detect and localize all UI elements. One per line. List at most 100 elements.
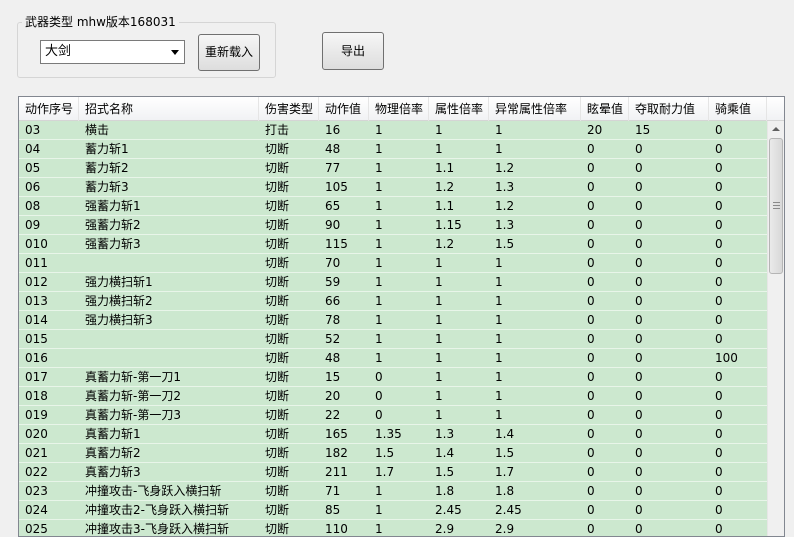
table-row[interactable]: 020 真蓄力斩1 切断 165 1.35 1.3 1.4 0 0 0: [19, 425, 767, 444]
table-row[interactable]: 09 强蓄力斩2 切断 90 1 1.15 1.3 0 0 0: [19, 216, 767, 235]
table-cell: 013: [25, 294, 48, 308]
table-cell: 22: [325, 408, 341, 422]
table-row[interactable]: 010 强蓄力斩3 切断 115 1 1.2 1.5 0 0 0: [19, 235, 767, 254]
table-cell: 0: [715, 389, 723, 403]
column-header[interactable]: 动作值: [319, 97, 369, 121]
table-cell: 025: [25, 522, 48, 536]
table-row[interactable]: 023 冲撞攻击-飞身跃入横扫斩 切断 71 1 1.8 1.8 0 0 0: [19, 482, 767, 501]
table-cell: 1.2: [435, 180, 455, 194]
table-cell: 08: [25, 199, 41, 213]
table-cell: 0: [635, 313, 643, 327]
table-cell: 0: [375, 389, 383, 403]
column-header[interactable]: 夺取耐力值: [629, 97, 709, 121]
table-cell: 20: [325, 389, 341, 403]
table-row[interactable]: 06 蓄力斩3 切断 105 1 1.2 1.3 0 0 0: [19, 178, 767, 197]
table-cell: 1: [375, 313, 383, 327]
table-cell: 切断: [265, 275, 290, 289]
table-cell: 90: [325, 218, 341, 232]
column-header[interactable]: 招式名称: [79, 97, 259, 121]
table-cell: 0: [587, 484, 595, 498]
table-cell: [79, 330, 259, 348]
table-cell: 0: [587, 237, 595, 251]
table-row[interactable]: 03 横击 打击 16 1 1 1 20 15 0: [19, 121, 767, 140]
column-header[interactable]: 动作序号: [19, 97, 79, 121]
table-cell: 0: [715, 313, 723, 327]
table-cell: 切断: [265, 427, 290, 441]
table-cell: 1: [495, 275, 503, 289]
table-row[interactable]: 025 冲撞攻击3-飞身跃入横扫斩 切断 110 1 2.9 2.9 0 0 0: [19, 520, 767, 536]
table-cell: 强力横扫斩1: [85, 275, 153, 289]
table-row[interactable]: 05 蓄力斩2 切断 77 1 1.1 1.2 0 0 0: [19, 159, 767, 178]
table-cell: 0: [635, 180, 643, 194]
table-cell: 切断: [265, 313, 290, 327]
table-cell: 52: [325, 332, 341, 346]
table-cell: 切断: [265, 199, 290, 213]
table-cell: 1: [375, 199, 383, 213]
column-header[interactable]: 属性倍率: [429, 97, 489, 121]
table-cell: 1: [435, 313, 443, 327]
scrollbar-thumb[interactable]: [769, 138, 783, 274]
table-row[interactable]: 015 切断 52 1 1 1 0 0 0: [19, 330, 767, 349]
table-cell: 1.3: [435, 427, 455, 441]
table-cell: 021: [25, 446, 48, 460]
table-row[interactable]: 018 真蓄力斩-第一刀2 切断 20 0 1 1 0 0 0: [19, 387, 767, 406]
table-cell: [79, 349, 259, 367]
table-cell: 0: [715, 484, 723, 498]
weapon-type-select[interactable]: 大剑: [40, 40, 185, 64]
table-row[interactable]: 08 强蓄力斩1 切断 65 1 1.1 1.2 0 0 0: [19, 197, 767, 216]
table-cell: 2.45: [435, 503, 462, 517]
table-cell: 1.1: [435, 199, 455, 213]
table-cell: 77: [325, 161, 341, 175]
table-cell: 真蓄力斩-第一刀3: [85, 408, 181, 422]
table-cell: [79, 254, 259, 272]
table-row[interactable]: 024 冲撞攻击2-飞身跃入横扫斩 切断 85 1 2.45 2.45 0 0 0: [19, 501, 767, 520]
column-header[interactable]: 异常属性倍率: [489, 97, 581, 121]
table-row[interactable]: 011 切断 70 1 1 1 0 0 0: [19, 254, 767, 273]
table-cell: 0: [587, 408, 595, 422]
table-cell: 切断: [265, 408, 290, 422]
table-cell: 1.2: [495, 199, 515, 213]
table-cell: 切断: [265, 237, 290, 251]
vertical-scrollbar[interactable]: [767, 121, 784, 536]
table-cell: 真蓄力斩3: [85, 465, 141, 479]
table-cell: 0: [587, 294, 595, 308]
arrow-up-icon[interactable]: [768, 121, 784, 138]
table-cell: 0: [587, 218, 595, 232]
table-cell: 0: [635, 218, 643, 232]
table-cell: 1: [495, 256, 503, 270]
table-cell: 0: [587, 256, 595, 270]
table-cell: 0: [587, 199, 595, 213]
table-cell: 切断: [265, 522, 290, 536]
table-cell: 1: [495, 123, 503, 137]
column-header[interactable]: 物理倍率: [369, 97, 429, 121]
table-cell: 100: [715, 351, 738, 365]
table-cell: 017: [25, 370, 48, 384]
weapon-type-value: 大剑: [45, 44, 72, 59]
table-cell: 0: [375, 370, 383, 384]
table-row[interactable]: 013 强力横扫斩2 切断 66 1 1 1 0 0 0: [19, 292, 767, 311]
column-header[interactable]: 眩晕值: [581, 97, 629, 121]
table-row[interactable]: 016 切断 48 1 1 1 0 0 100: [19, 349, 767, 368]
table-cell: 0: [587, 313, 595, 327]
reload-button[interactable]: 重新载入: [198, 34, 260, 71]
table-row[interactable]: 017 真蓄力斩-第一刀1 切断 15 0 1 1 0 0 0: [19, 368, 767, 387]
table-row[interactable]: 012 强力横扫斩1 切断 59 1 1 1 0 0 0: [19, 273, 767, 292]
table-cell: 1: [375, 294, 383, 308]
table-cell: 0: [587, 370, 595, 384]
grip-icon: [773, 202, 780, 209]
data-grid[interactable]: 动作序号 招式名称 伤害类型 动作值 物理倍率 属性倍率 异常属性倍率 眩晕值 夺取耐力值 骑乘值…: [18, 96, 785, 537]
table-row[interactable]: 04 蓄力斩1 切断 48 1 1 1 0 0 0: [19, 140, 767, 159]
table-cell: 真蓄力斩-第一刀1: [85, 370, 181, 384]
table-cell: 切断: [265, 503, 290, 517]
table-cell: 0: [715, 427, 723, 441]
export-button[interactable]: 导出: [322, 32, 384, 70]
table-cell: 切断: [265, 180, 290, 194]
table-row[interactable]: 021 真蓄力斩2 切断 182 1.5 1.4 1.5 0 0 0: [19, 444, 767, 463]
column-header[interactable]: 骑乘值: [709, 97, 767, 121]
chevron-down-icon[interactable]: [171, 50, 179, 55]
table-row[interactable]: 022 真蓄力斩3 切断 211 1.7 1.5 1.7 0 0 0: [19, 463, 767, 482]
table-row[interactable]: 014 强力横扫斩3 切断 78 1 1 1 0 0 0: [19, 311, 767, 330]
column-header[interactable]: 伤害类型: [259, 97, 319, 121]
table-row[interactable]: 019 真蓄力斩-第一刀3 切断 22 0 1 1 0 0 0: [19, 406, 767, 425]
table-cell: 1.5: [495, 446, 515, 460]
